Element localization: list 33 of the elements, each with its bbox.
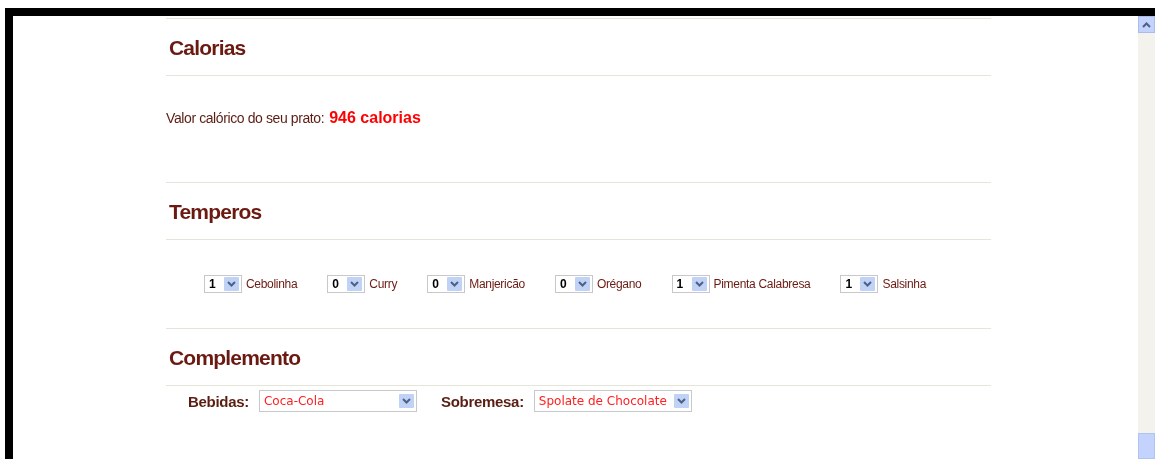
quantity-select[interactable]: 1 [671,275,710,293]
caret-icon [347,277,363,291]
spice-name: Cebolinha [246,277,298,291]
calorie-value: 946 calorias [329,109,421,126]
spice-name: Curry [369,277,398,291]
spice-name: Pimenta Calabresa [713,277,811,291]
quantity-select[interactable]: 0 [327,275,366,293]
scroll-thumb[interactable] [1138,433,1155,459]
caret-icon [691,277,707,291]
caret-icon [447,277,463,291]
caret-icon [860,277,876,291]
section-heading: Temperos [168,199,263,225]
section-heading: Calorias [168,35,247,61]
quantity-select[interactable]: 1 [204,275,242,293]
quantity-select[interactable]: 0 [427,275,466,293]
quantity-select[interactable]: 0 [554,275,593,293]
spice-name: Orégano [596,277,642,291]
caret-icon [398,394,414,408]
calorie-label: Valor calórico do seu prato: [166,110,325,126]
caret-icon [224,277,239,291]
caret-up-icon [1142,21,1151,28]
section-heading: Complemento [168,345,302,371]
caret-icon [673,394,689,408]
field-label: Sobremesa: [440,392,524,410]
caret-icon [574,277,590,291]
dropdown[interactable]: Coca-Cola [258,390,417,412]
scroll-up-button[interactable] [1138,16,1155,33]
quantity-select[interactable]: 1 [840,275,879,293]
scrollbar[interactable] [1138,16,1155,459]
spice-name: Manjericão [469,277,525,291]
dropdown[interactable]: Spolate de Chocolate [533,390,692,412]
spice-name: Salsinha [882,277,927,291]
field-label: Bebidas: [188,392,249,410]
